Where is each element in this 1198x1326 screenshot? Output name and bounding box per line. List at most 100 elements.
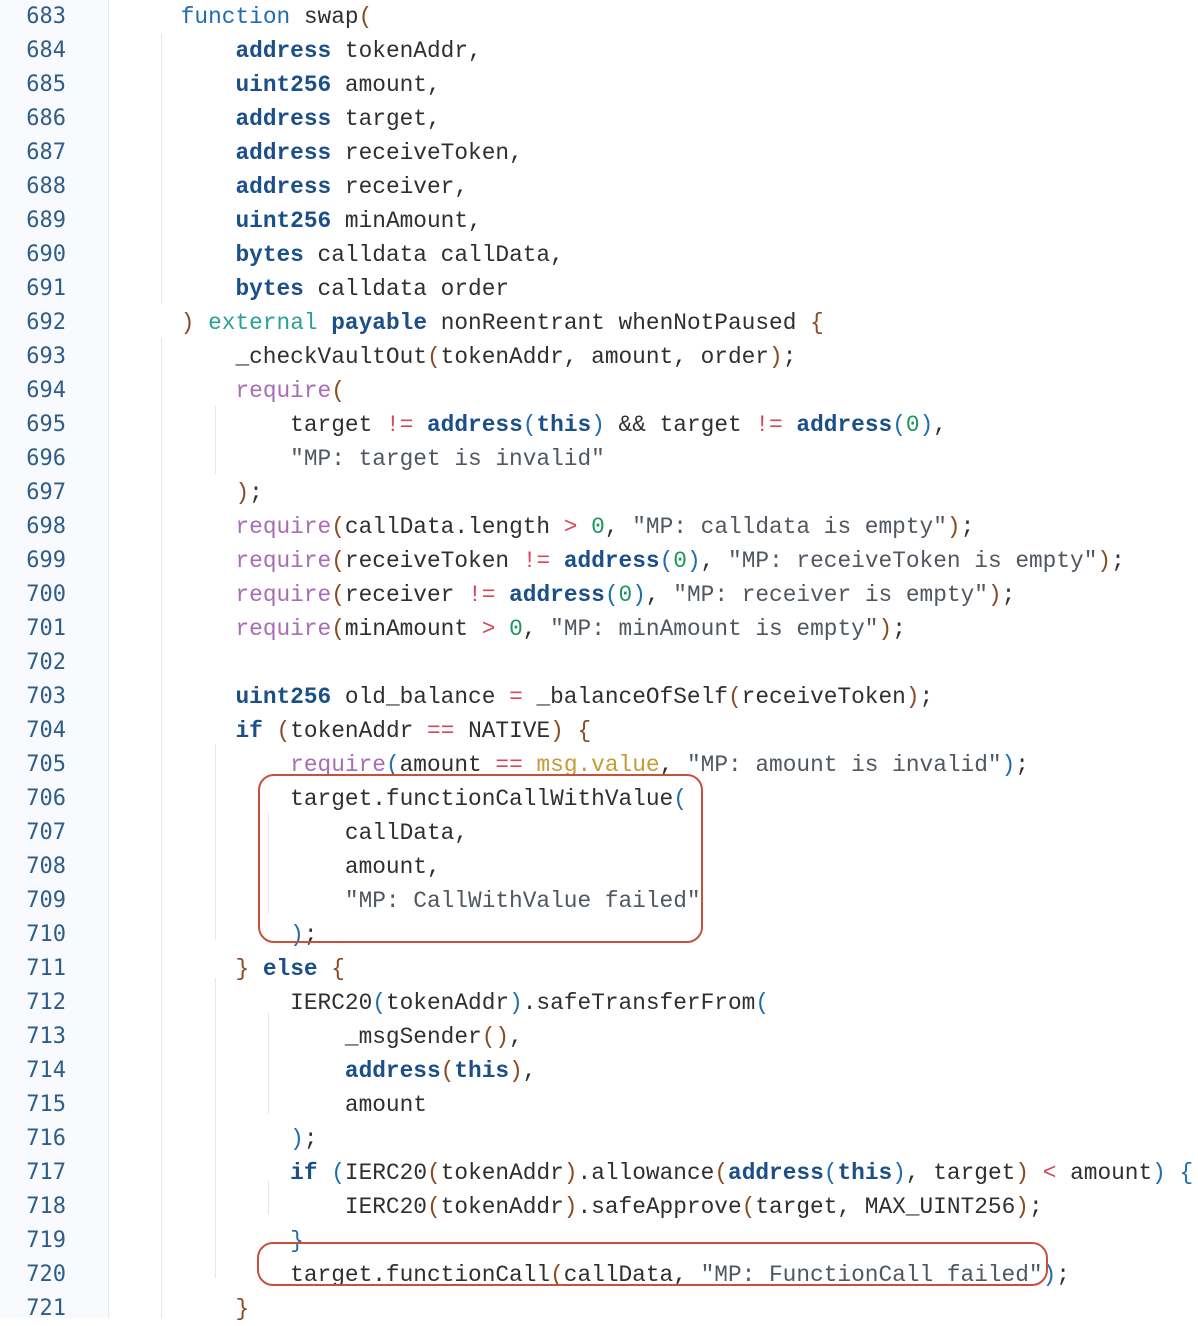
code-text: ); (290, 922, 318, 948)
code-line: 703 uint256 old_balance = _balanceOfSelf… (0, 680, 1198, 714)
code-line: 700 require(receiver != address(0), "MP:… (0, 578, 1198, 612)
code-line: 690 bytes calldata callData, (0, 238, 1198, 272)
indent-guide (215, 978, 216, 1278)
line-number: 706 (26, 786, 66, 811)
code-line: 701 require(minAmount > 0, "MP: minAmoun… (0, 612, 1198, 646)
line-number: 695 (26, 412, 66, 437)
code-line: 721 } (0, 1292, 1198, 1326)
line-number: 689 (26, 208, 66, 233)
code-line: 694 require( (0, 374, 1198, 408)
line-number: 710 (26, 922, 66, 947)
line-number: 715 (26, 1092, 66, 1117)
code-text: ) external payable nonReentrant whenNotP… (180, 310, 824, 336)
line-number: 719 (26, 1228, 66, 1253)
line-number: 690 (26, 242, 66, 267)
indent-guide (215, 406, 216, 474)
code-line: 714 address(this), (0, 1054, 1198, 1088)
code-text: target.functionCallWithValue( (126, 786, 687, 812)
line-number: 696 (26, 446, 66, 471)
line-number: 721 (26, 1296, 66, 1321)
code-line: 698 require(callData.length > 0, "MP: ca… (0, 510, 1198, 544)
line-number: 686 (26, 106, 66, 131)
code-line: 716 ); (0, 1122, 1198, 1156)
code-line: 713 _msgSender(), (0, 1020, 1198, 1054)
line-number: 687 (26, 140, 66, 165)
code-line: 720 target.functionCall(callData, "MP: F… (0, 1258, 1198, 1292)
code-text: _msgSender(), (126, 1024, 523, 1050)
code-line: 712 IERC20(tokenAddr).safeTransferFrom( (0, 986, 1198, 1020)
code-line: 687 address receiveToken, (0, 136, 1198, 170)
code-text: uint256 amount, (235, 72, 441, 98)
code-line: 689 uint256 minAmount, (0, 204, 1198, 238)
code-line: 708 amount, (0, 850, 1198, 884)
line-number: 698 (26, 514, 66, 539)
code-text: address receiver, (235, 174, 469, 200)
code-viewer: 683 function swap(684 address tokenAddr,… (0, 0, 1198, 1322)
code-text: uint256 minAmount, (235, 208, 482, 234)
line-number: 718 (26, 1194, 66, 1219)
code-line: 686 address target, (0, 102, 1198, 136)
line-number: 712 (26, 990, 66, 1015)
line-number: 688 (26, 174, 66, 199)
line-number: 713 (26, 1024, 66, 1049)
line-number: 691 (26, 276, 66, 301)
code-line: 709 "MP: CallWithValue failed" (0, 884, 1198, 918)
code-text: ); (290, 1126, 318, 1152)
code-line: 704 if (tokenAddr == NATIVE) { (0, 714, 1198, 748)
code-text: require(amount == msg.value, "MP: amount… (290, 752, 1029, 778)
code-text: "MP: CallWithValue failed" (344, 888, 701, 914)
code-line: 718 IERC20(tokenAddr).safeApprove(target… (0, 1190, 1198, 1224)
code-text: address tokenAddr, (235, 38, 482, 64)
code-text: address target, (235, 106, 441, 132)
code-text: IERC20(tokenAddr).safeApprove(target, MA… (126, 1194, 1043, 1220)
code-text: amount (126, 1092, 427, 1118)
line-number: 702 (26, 650, 66, 675)
line-number: 683 (26, 4, 66, 29)
code-line: 719 } (0, 1224, 1198, 1258)
code-text: bytes calldata callData, (235, 242, 564, 268)
line-number: 705 (26, 752, 66, 777)
code-text: require(receiveToken != address(0), "MP:… (235, 548, 1125, 574)
code-line: 684 address tokenAddr, (0, 34, 1198, 68)
code-text: if (tokenAddr == NATIVE) { (235, 718, 592, 744)
code-line: 691 bytes calldata order (0, 272, 1198, 306)
code-line: 706 target.functionCallWithValue( (0, 782, 1198, 816)
line-number: 699 (26, 548, 66, 573)
code-text: target.functionCall(callData, "MP: Funct… (126, 1262, 1070, 1288)
code-text: require(callData.length > 0, "MP: callda… (235, 514, 975, 540)
line-number: 700 (26, 582, 66, 607)
line-number: 685 (26, 72, 66, 97)
code-line: 693 _checkVaultOut(tokenAddr, amount, or… (0, 340, 1198, 374)
code-text: target != address(this) && target != add… (126, 412, 947, 438)
line-number: 684 (26, 38, 66, 63)
code-text: } else { (235, 956, 345, 982)
line-number: 703 (26, 684, 66, 709)
indent-guide (268, 1012, 269, 1114)
line-number: 714 (26, 1058, 66, 1083)
code-line: 697 ); (0, 476, 1198, 510)
code-text: bytes calldata order (235, 276, 510, 302)
line-number: 708 (26, 854, 66, 879)
line-number: 716 (26, 1126, 66, 1151)
code-text: require( (235, 378, 345, 404)
indent-guide (268, 812, 269, 914)
code-line: 683 function swap( (0, 0, 1198, 34)
code-text: address receiveToken, (235, 140, 523, 166)
code-text: IERC20(tokenAddr).safeTransferFrom( (126, 990, 770, 1016)
line-number: 692 (26, 310, 66, 335)
code-text: _checkVaultOut(tokenAddr, amount, order)… (126, 344, 797, 370)
code-line: 685 uint256 amount, (0, 68, 1198, 102)
line-number: 717 (26, 1160, 66, 1185)
code-line: 695 target != address(this) && target !=… (0, 408, 1198, 442)
code-line: 717 if (IERC20(tokenAddr).allowance(addr… (0, 1156, 1198, 1190)
code-text: uint256 old_balance = _balanceOfSelf(rec… (235, 684, 934, 710)
code-text: ); (235, 480, 263, 506)
line-number: 707 (26, 820, 66, 845)
code-line: 688 address receiver, (0, 170, 1198, 204)
code-text: if (IERC20(tokenAddr).allowance(address(… (290, 1160, 1194, 1186)
code-line: 707 callData, (0, 816, 1198, 850)
line-number: 711 (26, 956, 66, 981)
code-line: 715 amount (0, 1088, 1198, 1122)
line-number: 697 (26, 480, 66, 505)
code-line: 699 require(receiveToken != address(0), … (0, 544, 1198, 578)
